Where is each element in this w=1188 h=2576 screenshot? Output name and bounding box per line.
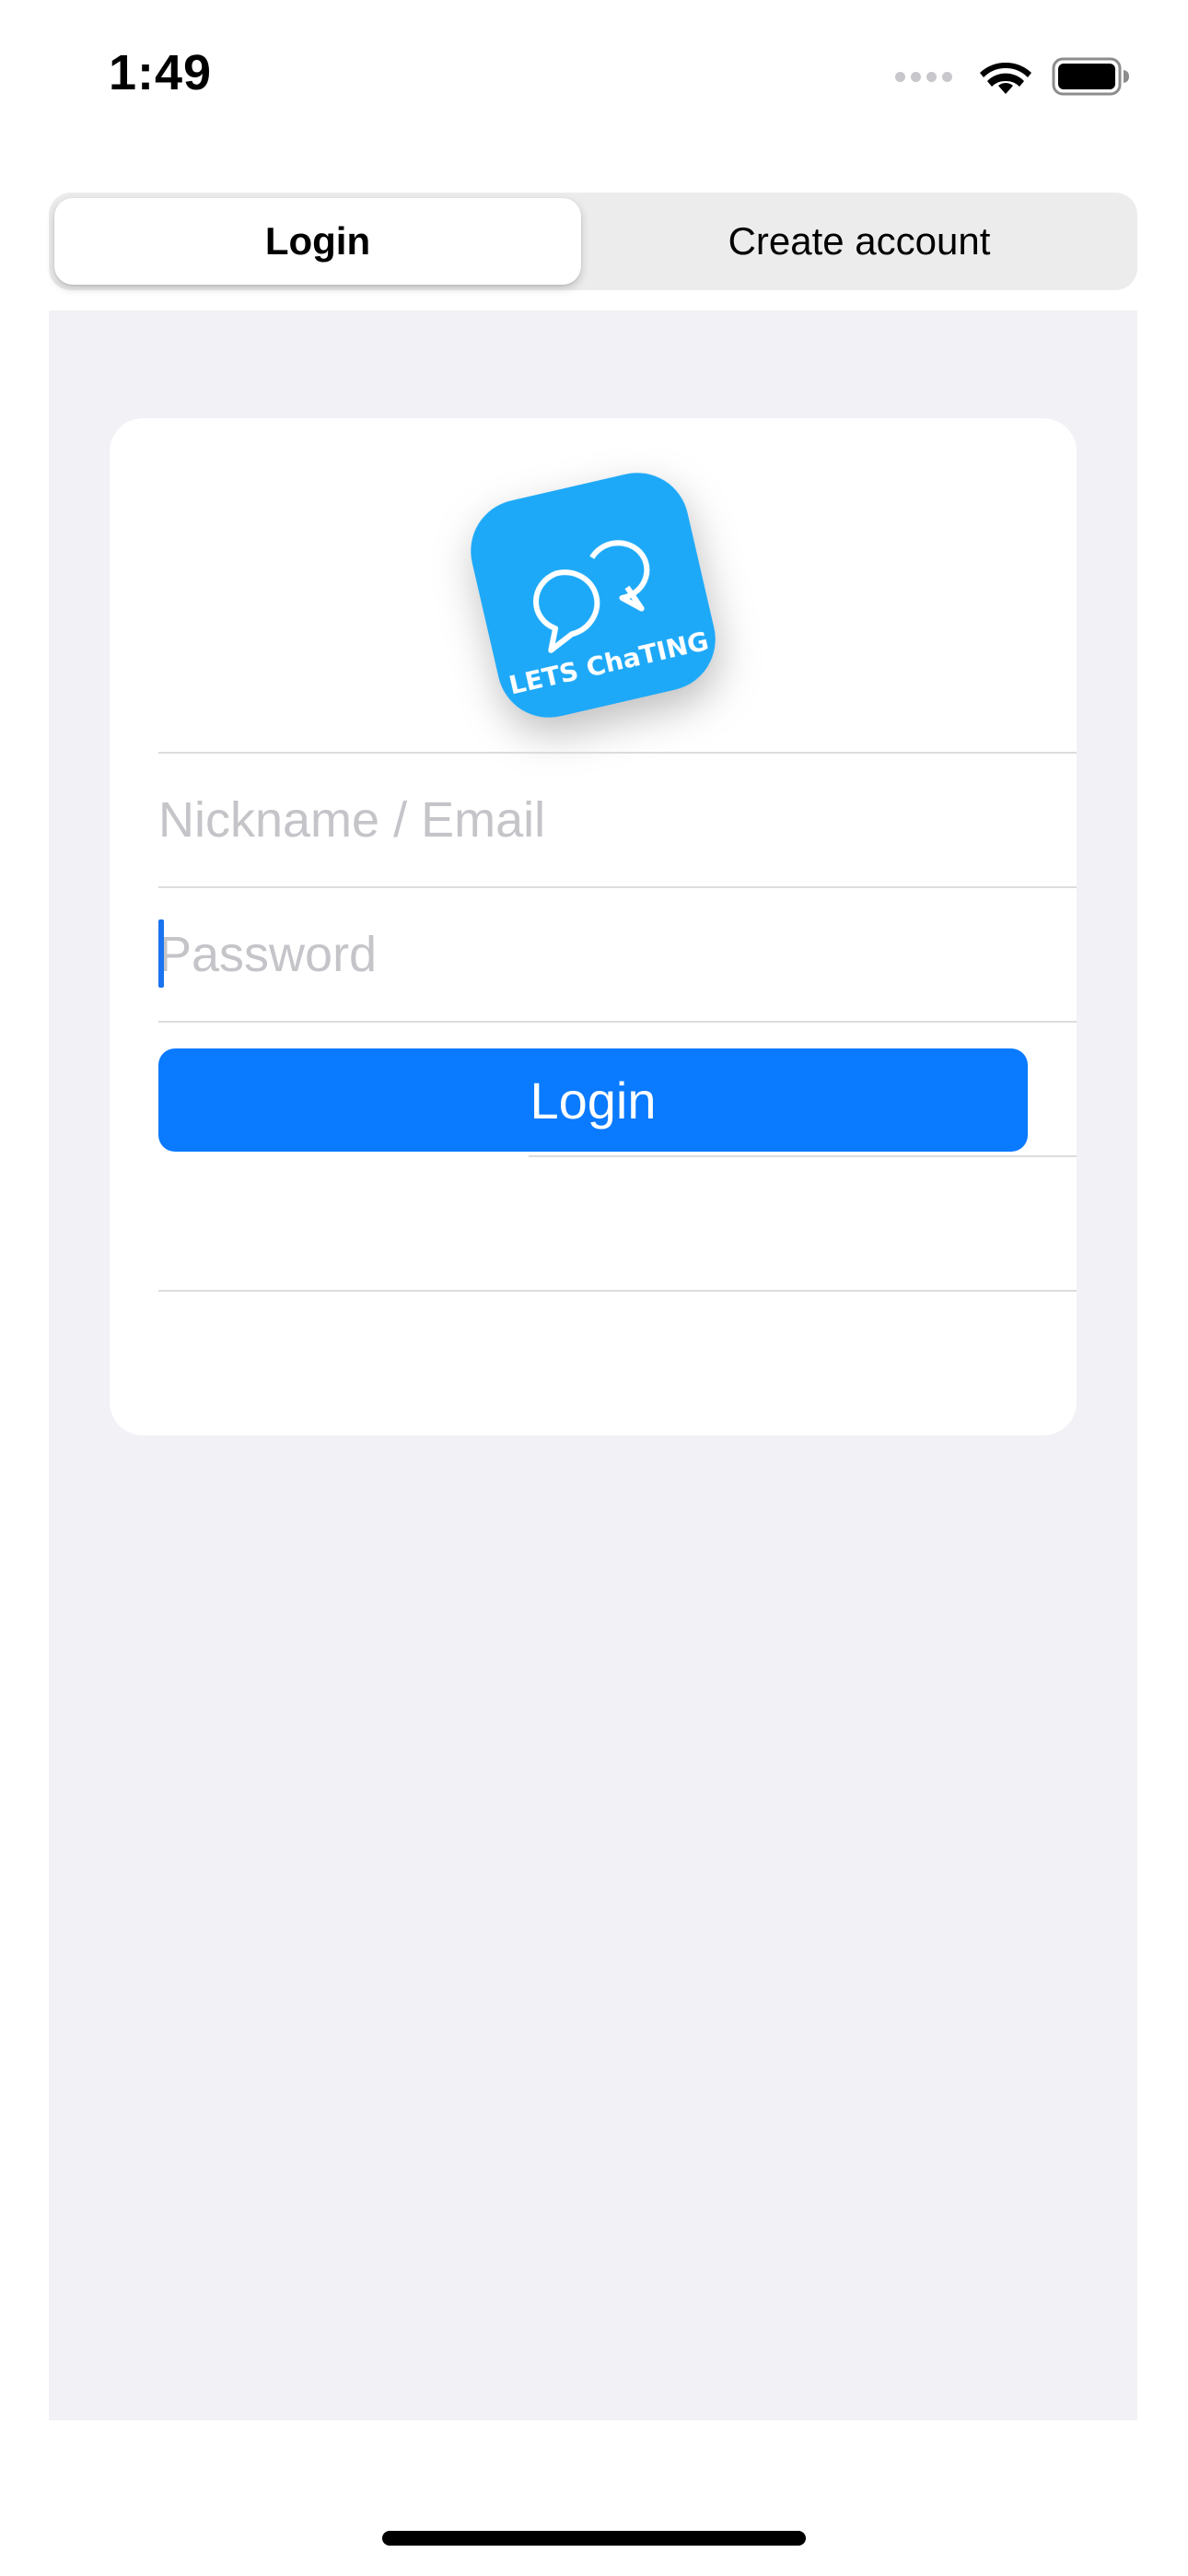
password-field: [158, 888, 1077, 1021]
login-button[interactable]: Login: [158, 1048, 1028, 1152]
password-input[interactable]: [158, 926, 1077, 983]
login-card: LETS ChaTING Login: [110, 418, 1077, 1435]
tab-create-account[interactable]: Create account: [587, 198, 1132, 285]
app-logo: LETS ChaTING: [471, 473, 716, 718]
divider: [158, 1021, 1077, 1023]
cellular-no-signal-icon: [895, 71, 952, 82]
tab-login[interactable]: Login: [54, 198, 581, 285]
battery-full-icon: [1052, 57, 1129, 96]
status-time: 1:49: [109, 45, 213, 100]
wifi-icon: [980, 62, 1031, 94]
status-icons: [895, 53, 1131, 100]
divider: [529, 1155, 1077, 1157]
text-cursor: [158, 919, 164, 988]
auth-mode-segmented-control: Login Create account: [49, 193, 1137, 290]
nickname-email-field: [158, 754, 1077, 886]
divider: [158, 1290, 1077, 1292]
home-indicator[interactable]: [382, 2531, 806, 2546]
nickname-email-input[interactable]: [158, 791, 1077, 849]
